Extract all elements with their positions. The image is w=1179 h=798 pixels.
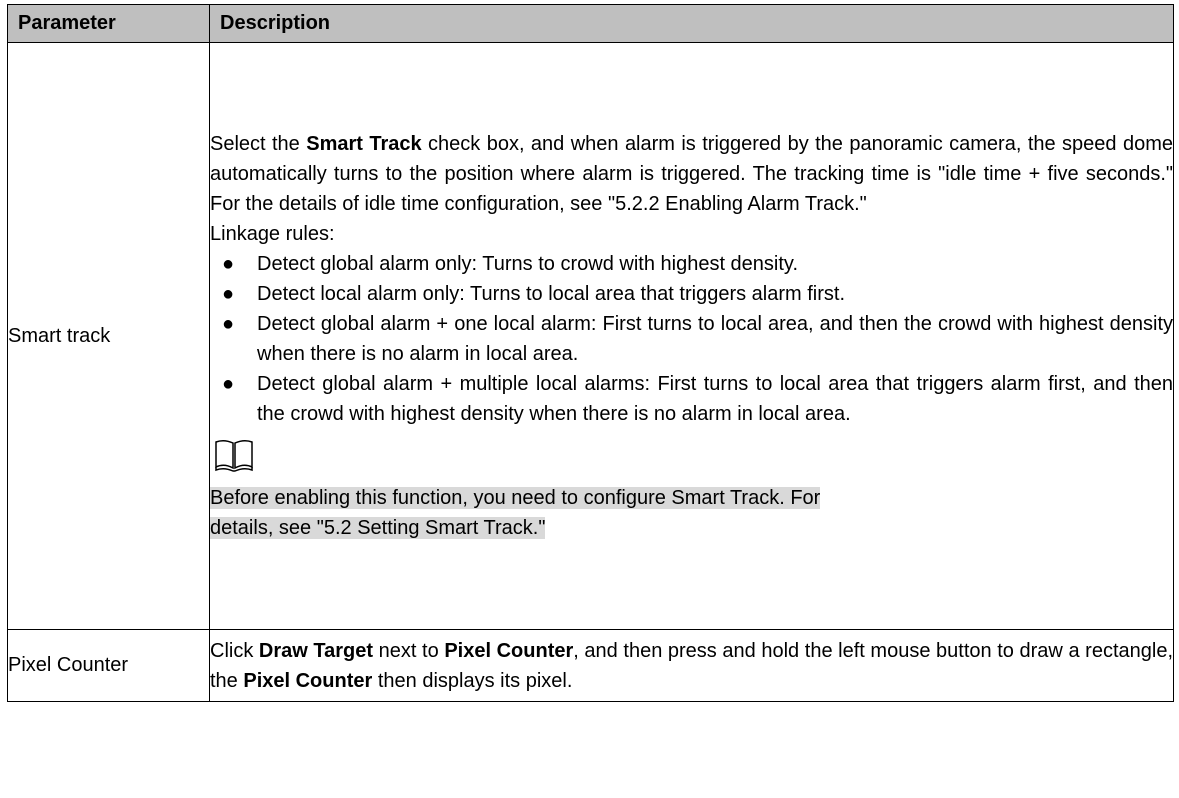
header-description: Description [209, 4, 1174, 43]
desc-pixel-counter: Click Draw Target next to Pixel Counter,… [209, 629, 1174, 702]
param-pixel-counter: Pixel Counter [7, 629, 210, 702]
list-item: ● Detect global alarm + one local alarm: … [222, 313, 1173, 365]
table-row: Pixel Counter Click Draw Target next to … [7, 629, 1174, 702]
table-header-row: Parameter Description [7, 4, 1174, 43]
table-row: Smart track Select the Smart Track check… [7, 42, 1174, 630]
note-text: Before enabling this function, you need … [210, 487, 821, 539]
header-parameter: Parameter [7, 4, 210, 43]
param-smart-track: Smart track [7, 42, 210, 630]
desc-smart-track: Select the Smart Track check box, and wh… [209, 42, 1174, 630]
list-item: ● Detect global alarm only: Turns to crow… [222, 253, 798, 275]
parameter-table: Parameter Description Smart track Select… [7, 4, 1174, 702]
smart-track-intro: Select the Smart Track check box, and wh… [210, 133, 1173, 215]
book-icon [214, 439, 1173, 475]
list-item: ● Detect local alarm only: Turns to local… [222, 283, 846, 305]
linkage-rules-label: Linkage rules: [210, 223, 335, 245]
list-item: ● Detect global alarm + multiple local al… [222, 373, 1173, 425]
